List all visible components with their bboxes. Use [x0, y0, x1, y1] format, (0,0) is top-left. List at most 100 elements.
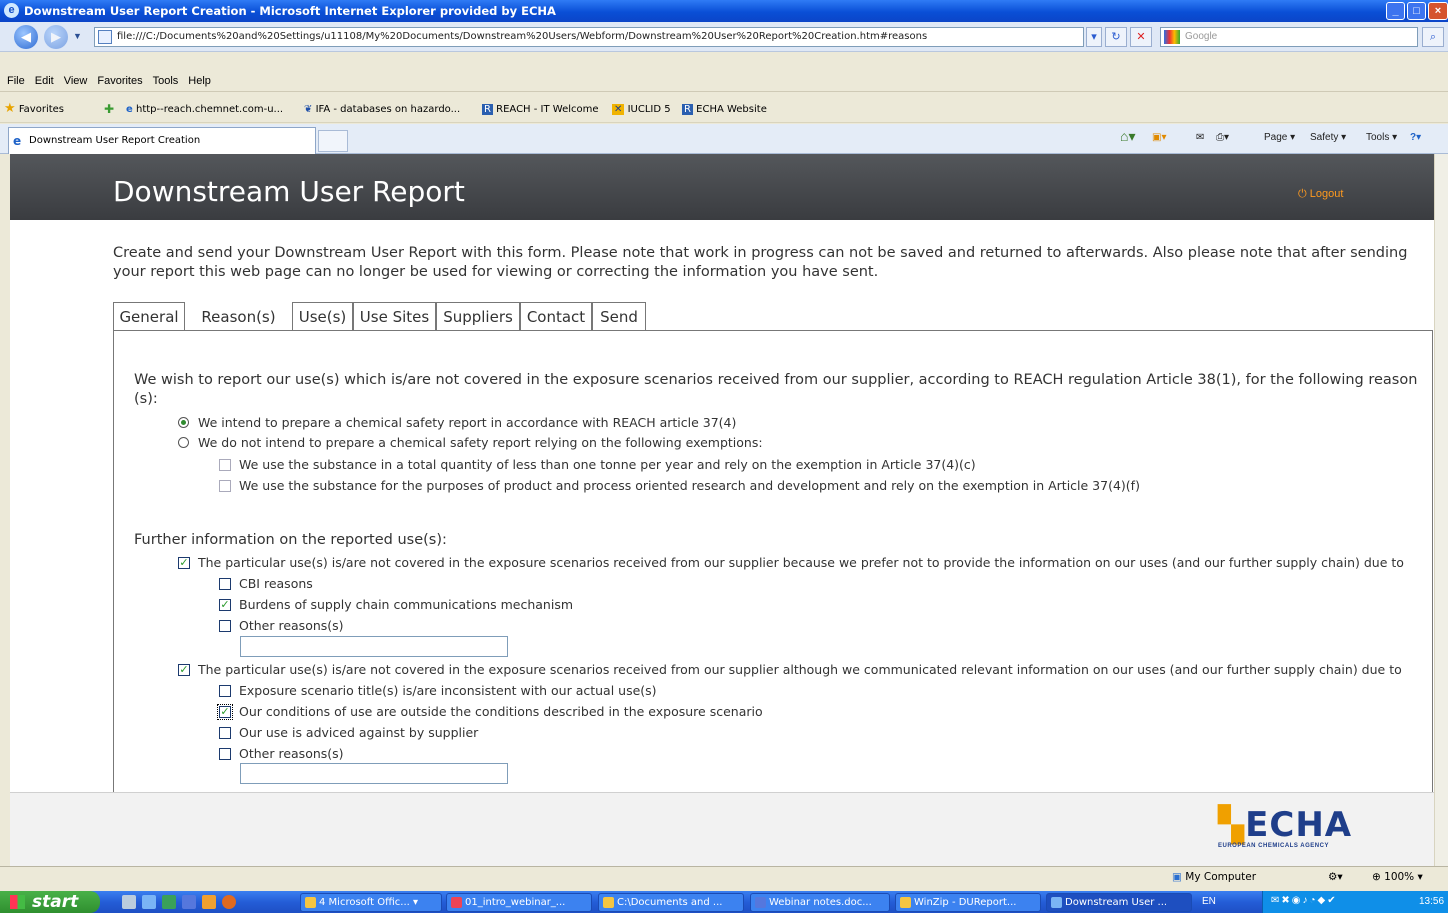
refresh-icon[interactable]: ↻ [1105, 27, 1127, 47]
checkbox-other2[interactable] [219, 748, 231, 760]
menu-tools[interactable]: Tools [148, 72, 184, 87]
quicklaunch-ie-icon[interactable] [142, 895, 156, 909]
quicklaunch-desktop-icon[interactable] [122, 895, 136, 909]
taskbar-item-notes[interactable]: Webinar notes.doc... [750, 893, 890, 912]
folder-icon [603, 897, 614, 908]
logout-link[interactable]: ⏻ Logout [1298, 188, 1343, 201]
cbi-label: CBI reasons [239, 576, 313, 591]
search-input[interactable]: Google [1160, 27, 1418, 47]
tab-send[interactable]: Send [592, 302, 646, 330]
checkbox-inconsistent[interactable] [219, 685, 231, 697]
checkbox-other1[interactable] [219, 620, 231, 632]
system-tray: ✉✖◉♪◔◆✔ 13:56 [1262, 891, 1448, 913]
checkbox-advised[interactable] [219, 727, 231, 739]
help-icon[interactable]: ?▾ [1410, 132, 1421, 143]
other2-label: Other reasons(s) [239, 746, 344, 761]
protected-mode-icon[interactable]: ⚙▾ [1328, 871, 1343, 883]
group2-label: The particular use(s) is/are not covered… [198, 662, 1402, 677]
quicklaunch-outlook-icon[interactable] [202, 895, 216, 909]
menu-edit[interactable]: Edit [30, 72, 59, 87]
checkbox-burdens[interactable]: ✓ [219, 599, 231, 611]
tab-contact[interactable]: Contact [520, 302, 592, 330]
menu-bar: File Edit View Favorites Tools Help [0, 72, 1448, 92]
group1-label: The particular use(s) is/are not covered… [198, 555, 1404, 570]
menu-file[interactable]: File [2, 72, 30, 87]
checkbox-group2[interactable]: ✓ [178, 664, 190, 676]
windows-flag-icon [10, 895, 25, 909]
taskbar-item-office[interactable]: 4 Microsoft Offic... ▾ [300, 893, 442, 912]
new-tab-button[interactable] [318, 130, 348, 152]
fav-item-reach-it[interactable]: R REACH - IT Welcome [482, 104, 599, 115]
tools-menu[interactable]: Tools ▾ [1366, 132, 1397, 143]
menu-favorites[interactable]: Favorites [92, 72, 147, 87]
radio-no-csr-label: We do not intend to prepare a chemical s… [198, 435, 763, 450]
iuclid-icon: ✕ [612, 104, 625, 115]
browser-tab[interactable]: e Downstream User Report Creation [8, 127, 316, 154]
quicklaunch-firefox-icon[interactable] [222, 895, 236, 909]
forward-icon[interactable]: ▶ [44, 25, 68, 49]
exempt-tonne-label: We use the substance in a total quantity… [239, 457, 976, 472]
inconsistent-label: Exposure scenario title(s) is/are incons… [239, 683, 657, 698]
checkbox-exempt-research[interactable] [219, 480, 231, 492]
history-dropdown-icon[interactable]: ▼ [73, 31, 82, 41]
other2-input[interactable] [240, 763, 508, 784]
search-icon[interactable]: ⌕ [1422, 27, 1444, 47]
back-icon[interactable]: ◀ [14, 25, 38, 49]
language-indicator[interactable]: EN [1202, 896, 1216, 907]
reach-icon: R [482, 104, 493, 115]
ie-icon: e [4, 3, 19, 18]
address-text: file:///C:/Documents%20and%20Settings/u1… [117, 31, 928, 42]
minimize-button[interactable]: _ [1386, 2, 1405, 20]
address-row: ◀ ▶ ▼ file:///C:/Documents%20and%20Setti… [0, 22, 1448, 52]
checkbox-outside[interactable]: ✓ [217, 704, 233, 720]
window-title-bar: e Downstream User Report Creation - Micr… [0, 0, 1448, 22]
start-button[interactable]: start [0, 891, 100, 913]
fav-item-reach-chemnet[interactable]: e http--reach.chemnet.com-u... [126, 104, 283, 115]
page-menu[interactable]: Page ▾ [1264, 132, 1295, 143]
page-title: Downstream User Report [113, 175, 465, 208]
taskbar-item-webinar[interactable]: 01_intro_webinar_... [446, 893, 592, 912]
quicklaunch-excel-icon[interactable] [162, 895, 176, 909]
checkbox-cbi[interactable] [219, 578, 231, 590]
radio-csr[interactable] [178, 417, 189, 428]
address-dropdown-icon[interactable]: ▾ [1086, 27, 1102, 47]
tab-use-sites[interactable]: Use Sites [353, 302, 436, 330]
taskbar-item-winzip[interactable]: WinZip - DUReport... [895, 893, 1041, 912]
zone-indicator: ▣ My Computer [1172, 871, 1257, 883]
page-header: Downstream User Report ⏻ Logout [10, 154, 1434, 220]
tab-suppliers[interactable]: Suppliers [436, 302, 520, 330]
tab-general[interactable]: General [113, 302, 185, 330]
word-doc-icon [755, 897, 766, 908]
home-icon[interactable]: ⌂▾ [1120, 128, 1135, 145]
exempt-research-label: We use the substance for the purposes of… [239, 478, 1140, 493]
mail-icon[interactable]: ✉ [1196, 132, 1204, 143]
fav-item-iuclid[interactable]: ✕ IUCLID 5 [612, 104, 671, 115]
print-icon[interactable]: ⎙▾ [1216, 132, 1229, 143]
reasons-heading: We wish to report our use(s) which is/ar… [134, 372, 1418, 388]
taskbar-item-ie[interactable]: Downstream User ... [1046, 893, 1192, 912]
menu-help[interactable]: Help [183, 72, 216, 87]
close-button[interactable]: × [1428, 2, 1448, 20]
safety-menu[interactable]: Safety ▾ [1310, 132, 1346, 143]
zoom-control[interactable]: ⊕ 100% ▾ [1372, 871, 1423, 883]
tab-reasons[interactable]: Reason(s) [185, 302, 292, 332]
feeds-icon[interactable]: ▣▾ [1152, 132, 1166, 143]
checkbox-group1[interactable]: ✓ [178, 557, 190, 569]
favorites-button[interactable]: ★ Favorites [4, 101, 64, 116]
tray-icons[interactable]: ✉✖◉♪◔◆✔ [1271, 895, 1338, 906]
stop-icon[interactable]: ✕ [1130, 27, 1152, 47]
quicklaunch-word-icon[interactable] [182, 895, 196, 909]
menu-view[interactable]: View [59, 72, 93, 87]
maximize-button[interactable]: □ [1407, 2, 1426, 20]
vertical-scrollbar[interactable] [1434, 154, 1448, 866]
checkbox-exempt-tonne[interactable] [219, 459, 231, 471]
add-favorite-icon[interactable]: ✚ [104, 102, 114, 116]
fav-item-echa[interactable]: R ECHA Website [682, 104, 767, 115]
taskbar-item-explorer[interactable]: C:\Documents and ... [598, 893, 744, 912]
tab-uses[interactable]: Use(s) [292, 302, 353, 330]
address-field[interactable]: file:///C:/Documents%20and%20Settings/u1… [94, 27, 1084, 47]
radio-no-csr[interactable] [178, 437, 189, 448]
star-icon: ★ [4, 101, 16, 116]
other1-input[interactable] [240, 636, 508, 657]
fav-item-ifa[interactable]: ❦ IFA - databases on hazardo... [304, 104, 460, 115]
